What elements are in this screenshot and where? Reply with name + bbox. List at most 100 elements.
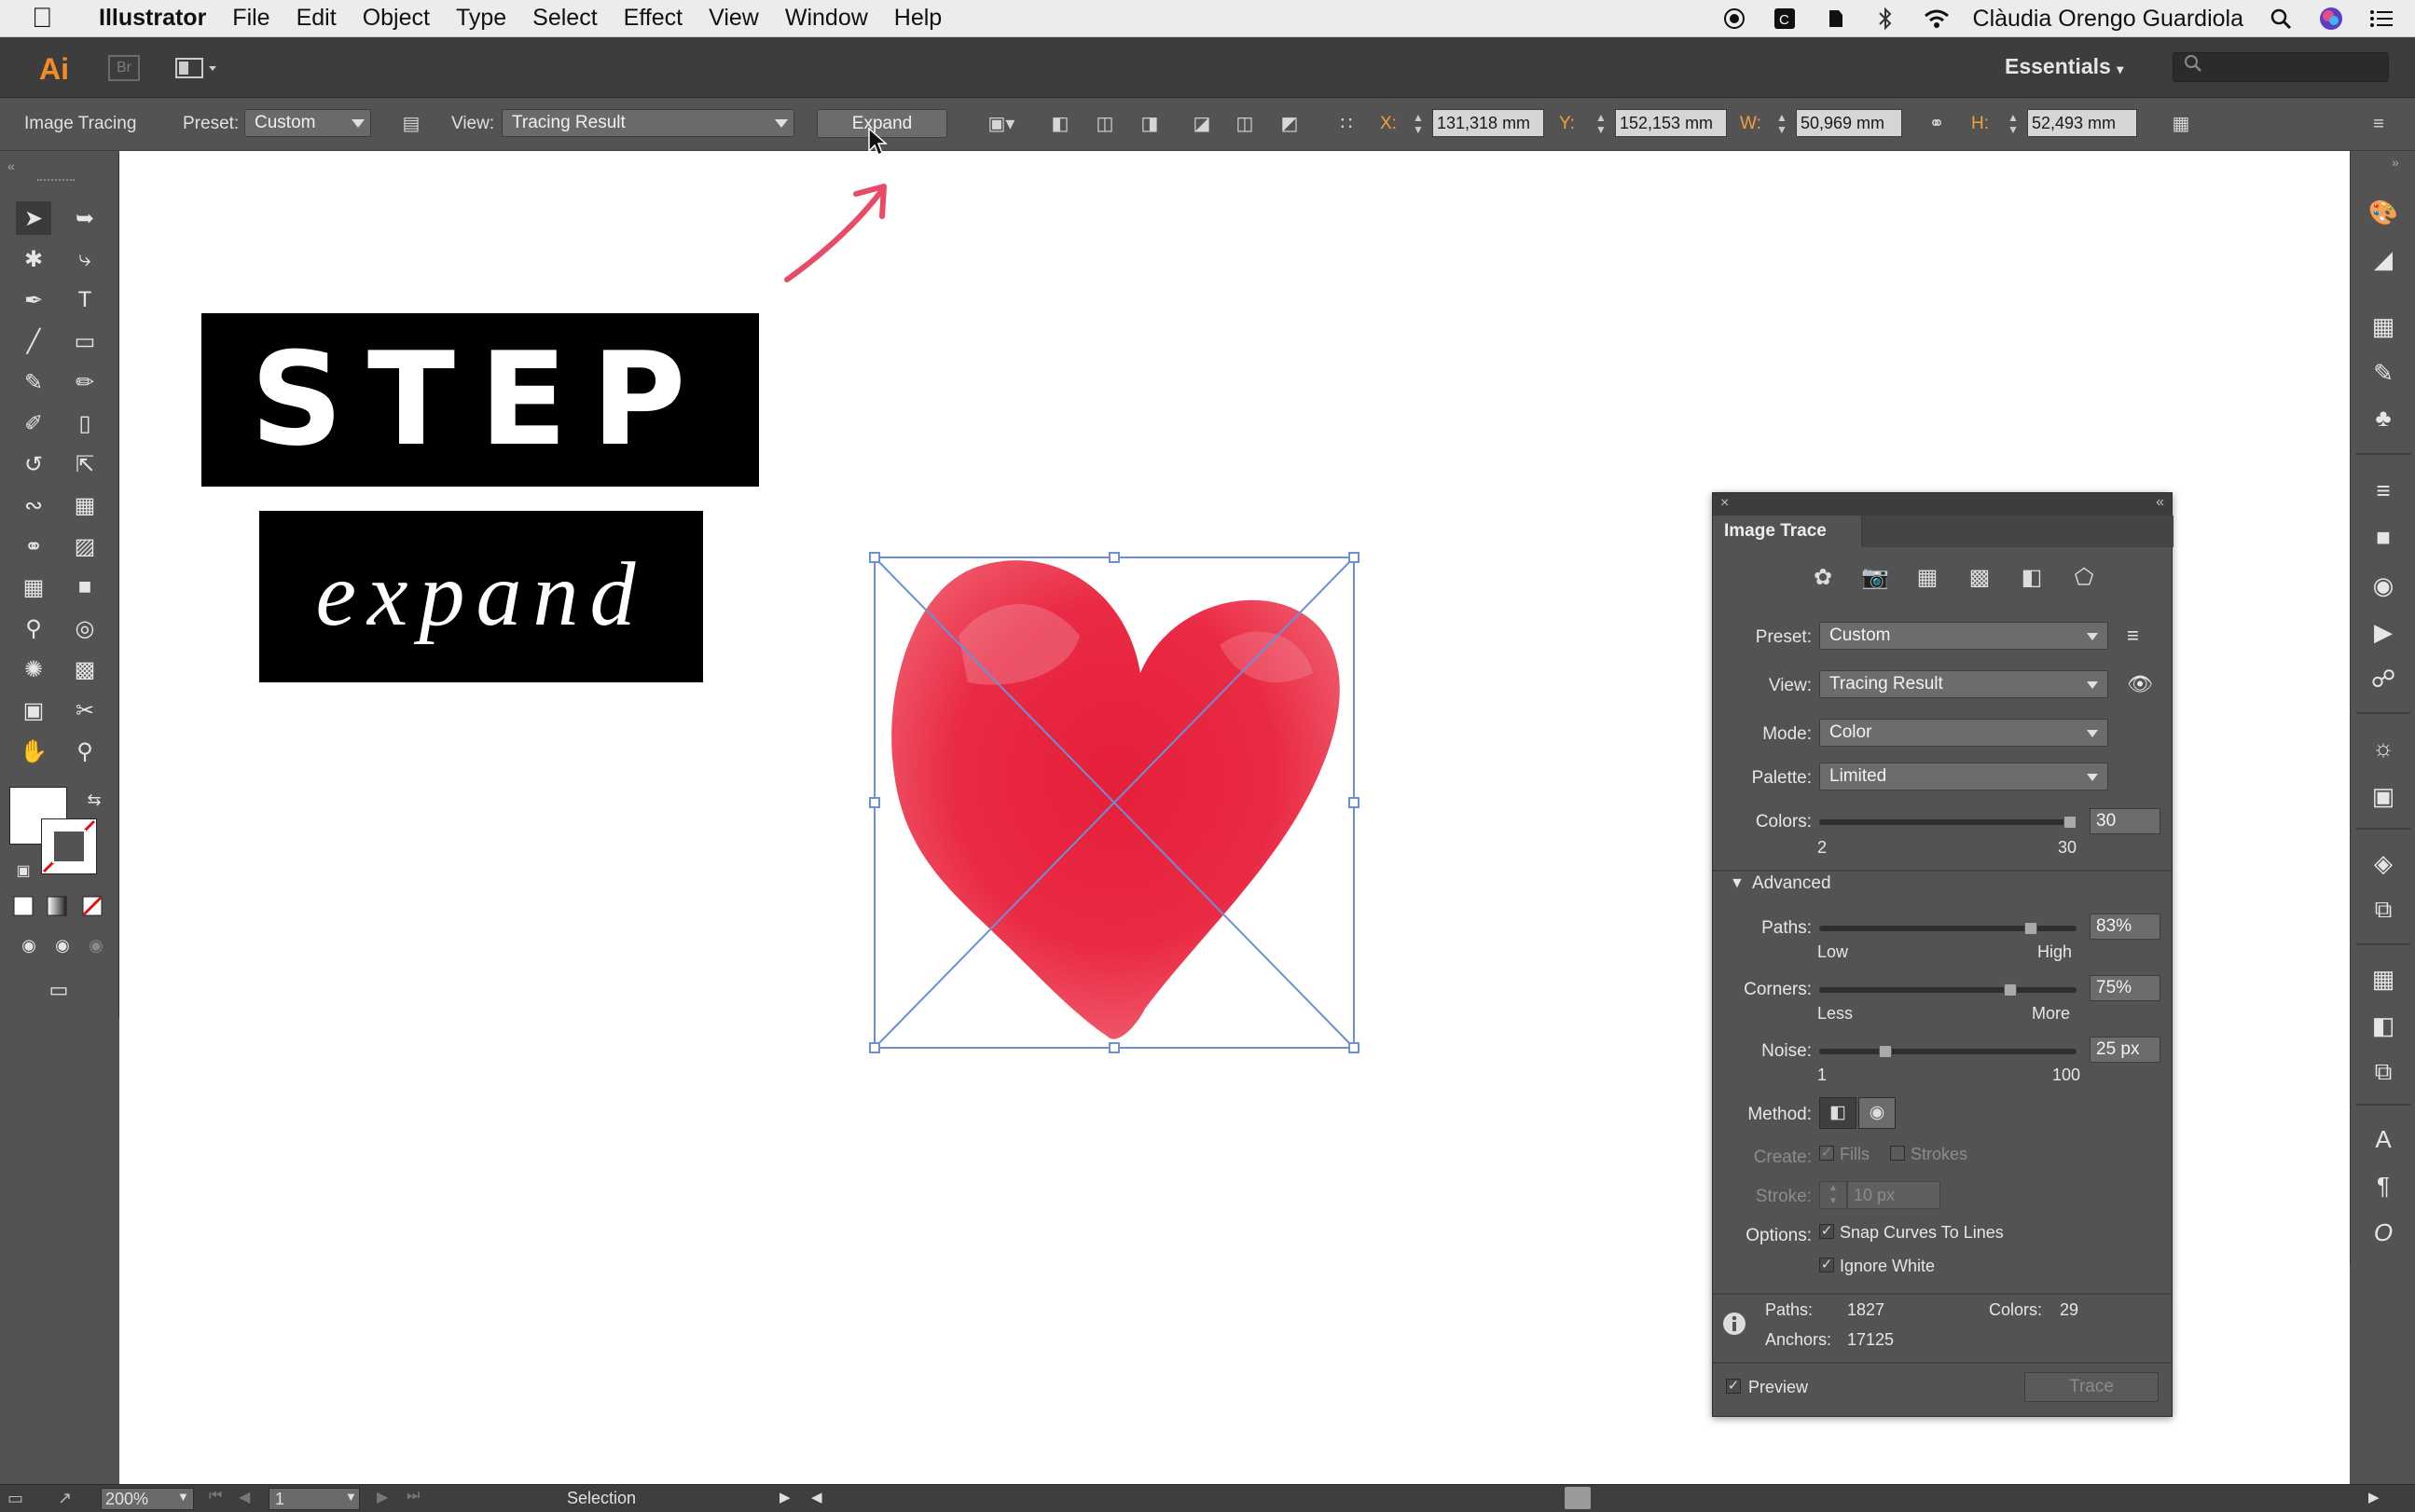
magic-wand-tool-icon[interactable]: ✱	[16, 242, 51, 276]
menu-file[interactable]: File	[232, 5, 269, 32]
w-stepper[interactable]: ▲ ▼	[1773, 112, 1790, 138]
close-icon[interactable]: ×	[1720, 495, 1729, 512]
transform-panel-icon[interactable]: ▦	[2367, 962, 2400, 996]
pathfinder-panel-icon[interactable]: ⧉	[2367, 1055, 2400, 1089]
next-artboard-icon[interactable]: ▶	[377, 1488, 388, 1506]
y-field[interactable]: 152,153 mm	[1615, 109, 1727, 137]
paths-field[interactable]: 83%	[2090, 914, 2160, 940]
appearance-panel-icon[interactable]: ☼	[2367, 731, 2400, 764]
pen-tool-icon[interactable]: ✒	[16, 283, 51, 317]
apple-menu-icon[interactable]: 	[32, 3, 73, 34]
arrange-documents-icon[interactable]	[175, 57, 222, 79]
transparency-panel-icon[interactable]: ◉	[2367, 569, 2400, 602]
slice-tool-icon[interactable]: ✂	[67, 694, 103, 727]
colors-slider[interactable]	[1819, 819, 2077, 825]
paragraph-panel-icon[interactable]: ¶	[2367, 1169, 2400, 1203]
workspace-switcher[interactable]: Essentials ▾	[2005, 54, 2123, 79]
align-horizontal-center-icon[interactable]: ◫	[1093, 112, 1117, 136]
eyedropper-tool-icon[interactable]: ⚲	[16, 612, 51, 645]
transform-reference-point-icon[interactable]: ∷	[1330, 112, 1363, 136]
align-left-icon[interactable]: ◧	[1048, 112, 1072, 136]
brushes-panel-icon[interactable]: ✎	[2367, 356, 2400, 390]
menu-edit[interactable]: Edit	[297, 5, 337, 32]
x-stepper[interactable]: ▲ ▼	[1410, 112, 1427, 138]
eye-icon[interactable]: 👁	[2127, 672, 2153, 696]
auto-color-preset-icon[interactable]: ✿	[1808, 562, 1838, 592]
x-field[interactable]: 131,318 mm	[1432, 109, 1544, 137]
h-stepper[interactable]: ▲ ▼	[2005, 112, 2022, 138]
colors-slider-thumb[interactable]	[2063, 816, 2077, 829]
artboards-panel-icon[interactable]: ⧉	[2367, 893, 2400, 927]
preset-dropdown[interactable]: Custom	[1819, 622, 2108, 650]
low-color-preset-icon[interactable]: ▦	[1912, 562, 1942, 592]
pencil-tool-icon[interactable]: ✏	[67, 365, 103, 399]
links-panel-icon[interactable]: ☍	[2367, 662, 2400, 695]
grayscale-preset-icon[interactable]: ▩	[1965, 562, 1994, 592]
bluetooth-icon[interactable]	[1872, 6, 1898, 32]
w-field[interactable]: 50,969 mm	[1796, 109, 1902, 137]
gradient-tool-icon[interactable]: ■	[67, 570, 103, 604]
advanced-label[interactable]: Advanced	[1752, 873, 1831, 894]
help-search-input[interactable]	[2173, 52, 2389, 82]
noise-slider-thumb[interactable]	[1879, 1045, 1892, 1058]
opentype-panel-icon[interactable]: O	[2367, 1216, 2400, 1249]
artboard-chevron-down-icon[interactable]: ▼	[345, 1490, 357, 1504]
free-transform-tool-icon[interactable]: ▦	[67, 488, 103, 522]
character-panel-icon[interactable]: A	[2367, 1122, 2400, 1156]
mesh-tool-icon[interactable]: ▦	[16, 570, 51, 604]
notification-center-icon[interactable]	[2368, 6, 2394, 32]
width-tool-icon[interactable]: ∾	[16, 488, 51, 522]
artboard-tool-icon[interactable]: ▣	[16, 694, 51, 727]
scroll-right-icon[interactable]: ▶	[2368, 1489, 2380, 1505]
stroke-field[interactable]: 10 px	[1847, 1181, 1940, 1209]
wifi-icon[interactable]	[1923, 6, 1949, 32]
record-icon[interactable]	[1721, 6, 1747, 32]
noise-slider[interactable]	[1819, 1049, 2077, 1054]
collapse-dock-icon[interactable]: »	[2392, 155, 2399, 170]
preview-checkbox[interactable]: ✓	[1726, 1379, 1741, 1394]
selection-tool-icon[interactable]: ➤	[16, 201, 51, 235]
screen-mode-icon[interactable]: ▭	[41, 973, 76, 1007]
shaper-tool-icon[interactable]: ✐	[16, 406, 51, 440]
zoom-tool-icon[interactable]: ⚲	[67, 735, 103, 768]
y-stepper[interactable]: ▲ ▼	[1593, 112, 1609, 138]
toolbox-grip[interactable]	[37, 179, 75, 185]
shape-builder-tool-icon[interactable]: ⚭	[16, 529, 51, 563]
overlapping-method-button[interactable]: ◉	[1858, 1097, 1896, 1129]
menu-window[interactable]: Window	[785, 5, 868, 32]
preset-menu-icon[interactable]: ≡	[2127, 624, 2139, 648]
direct-selection-tool-icon[interactable]: ➥	[67, 201, 103, 235]
menu-object[interactable]: Object	[363, 5, 430, 32]
stroke-stepper[interactable]: ▲ ▼	[1819, 1181, 1847, 1209]
menu-view[interactable]: View	[709, 5, 759, 32]
scale-tool-icon[interactable]: ⇱	[67, 447, 103, 481]
menu-effect[interactable]: Effect	[624, 5, 683, 32]
trace-button[interactable]: Trace	[2024, 1372, 2159, 1402]
app-menu[interactable]: Illustrator	[99, 5, 206, 32]
draw-normal-icon[interactable]: ◉	[11, 928, 47, 962]
paths-slider-thumb[interactable]	[2024, 922, 2037, 935]
corners-slider-thumb[interactable]	[2004, 983, 2017, 997]
color-mode-icon[interactable]	[9, 889, 37, 923]
line-tool-icon[interactable]: ╱	[16, 324, 51, 358]
black-white-preset-icon[interactable]: ◧	[2017, 562, 2047, 592]
noise-field[interactable]: 25 px	[2090, 1037, 2160, 1063]
stroke-color-swatch[interactable]	[41, 818, 97, 874]
trace-presets-icon[interactable]: ▤	[399, 112, 423, 136]
control-panel-menu-icon[interactable]: ≡	[2367, 112, 2391, 136]
actions-panel-icon[interactable]: ▶	[2367, 615, 2400, 649]
stroke-panel-icon[interactable]: ≡	[2367, 474, 2400, 507]
high-color-preset-icon[interactable]: 📷	[1860, 562, 1890, 592]
draw-behind-icon[interactable]: ◉	[45, 928, 80, 962]
tab-image-trace[interactable]: Image Trace	[1713, 515, 1862, 547]
align-to-selection-icon[interactable]: ▣▾	[983, 112, 1020, 136]
rotate-tool-icon[interactable]: ↺	[16, 447, 51, 481]
collapse-toolbox-icon[interactable]: «	[7, 158, 15, 173]
h-field[interactable]: 52,493 mm	[2027, 109, 2137, 137]
align-top-icon[interactable]: ◪	[1190, 112, 1214, 136]
blend-tool-icon[interactable]: ◎	[67, 612, 103, 645]
share-icon[interactable]: ↗	[58, 1489, 72, 1508]
scroll-left-icon[interactable]: ◀	[811, 1489, 822, 1505]
gradient-mode-icon[interactable]	[43, 889, 71, 923]
corners-slider[interactable]	[1819, 987, 2077, 993]
